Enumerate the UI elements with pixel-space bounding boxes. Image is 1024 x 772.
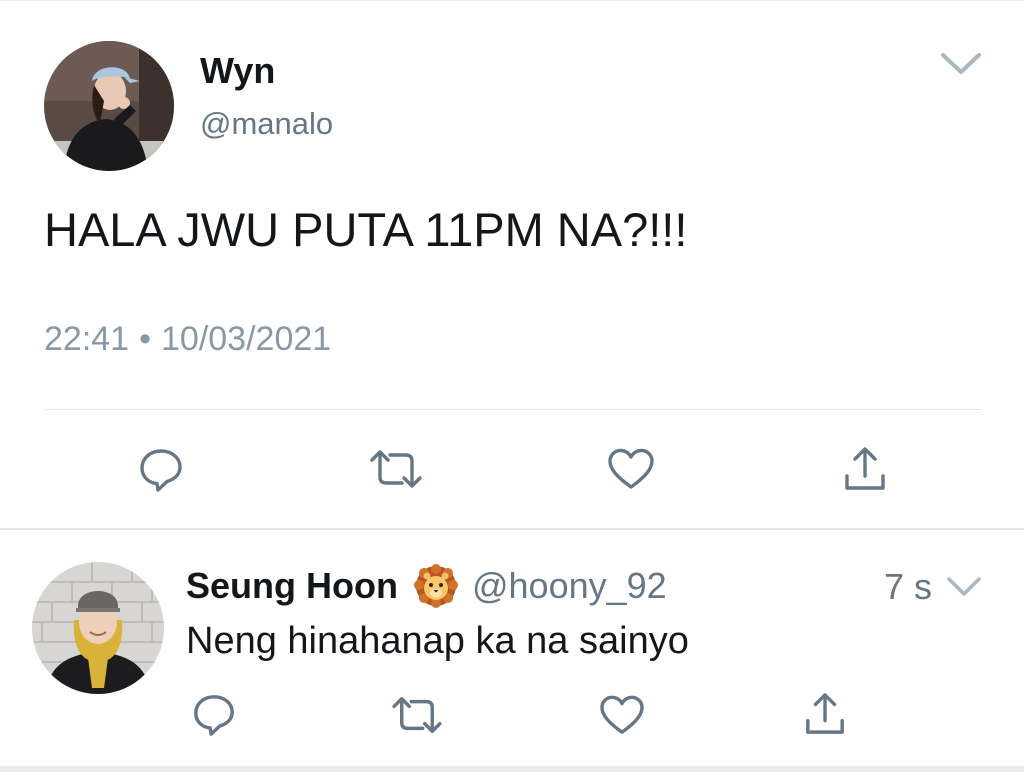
- chevron-down-icon[interactable]: [938, 48, 984, 78]
- tweet-detail-screen: Wyn @manalo HALA JWU PUTA 11PM NA?!!! 22…: [0, 0, 1024, 772]
- avatar-photo: [44, 41, 174, 171]
- meta-separator: •: [139, 320, 151, 358]
- main-tweet: Wyn @manalo HALA JWU PUTA 11PM NA?!!! 22…: [0, 0, 1024, 528]
- reply-icon[interactable]: [137, 446, 185, 494]
- like-icon[interactable]: [599, 694, 645, 736]
- chevron-down-icon[interactable]: [944, 574, 984, 600]
- bottom-divider: [0, 766, 1024, 772]
- reply-avatar-photo: [32, 562, 164, 694]
- divider: [44, 409, 981, 410]
- share-icon[interactable]: [843, 446, 887, 492]
- avatar[interactable]: [44, 41, 174, 171]
- reply-avatar[interactable]: [32, 562, 164, 694]
- retweet-icon[interactable]: [390, 694, 444, 736]
- tweet-text: HALA JWU PUTA 11PM NA?!!!: [44, 203, 688, 256]
- tweet-time: 22:41: [44, 320, 130, 358]
- reply-timestamp: 7 s: [884, 566, 933, 607]
- reply-author-name[interactable]: Seung Hoon: [186, 565, 398, 607]
- author-name[interactable]: Wyn: [200, 50, 275, 92]
- reply-author-handle[interactable]: @hoony_92: [472, 565, 667, 607]
- tweet-date: 10/03/2021: [161, 320, 332, 358]
- reply-text: Neng hinahanap ka na sainyo: [186, 620, 689, 662]
- like-icon[interactable]: [607, 447, 655, 491]
- author-handle[interactable]: @manalo: [200, 106, 333, 142]
- section-divider: [0, 528, 1024, 530]
- lion-emoji-icon: [413, 564, 458, 608]
- reply-icon[interactable]: [191, 692, 237, 738]
- tweet-timestamp[interactable]: 22:41 • 10/03/2021: [44, 320, 331, 359]
- share-icon[interactable]: [804, 692, 846, 736]
- retweet-icon[interactable]: [368, 447, 424, 491]
- reply-header: Seung Hoon @hoony_92: [186, 564, 667, 608]
